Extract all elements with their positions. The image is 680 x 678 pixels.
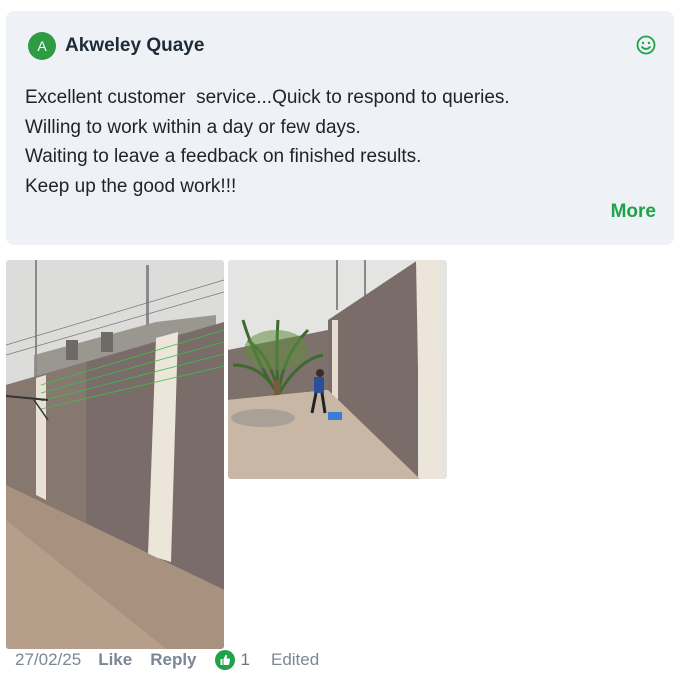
- photo-wall-worker[interactable]: [228, 260, 447, 479]
- more-link[interactable]: More: [611, 201, 656, 223]
- edited-label: Edited: [270, 650, 320, 669]
- avatar[interactable]: A: [28, 32, 56, 60]
- photo-wall-long-view[interactable]: [6, 260, 224, 649]
- review-footer: 27/02/25 Like Reply 1 Edited: [15, 649, 319, 671]
- review-card: A Akweley Quaye Excellent customer servi…: [6, 11, 674, 245]
- like-count[interactable]: 1: [214, 650, 250, 670]
- review-line: Excellent customer service...Quick to re…: [25, 87, 510, 108]
- review-line: Willing to work within a day or few days…: [25, 116, 361, 138]
- smiley-icon[interactable]: [634, 33, 658, 57]
- reply-button[interactable]: Reply: [150, 650, 196, 670]
- review-line: Waiting to leave a feedback on finished …: [25, 146, 422, 167]
- review-text: Excellent customer service...Quick to re…: [25, 83, 625, 201]
- like-button[interactable]: Like: [98, 650, 132, 670]
- review-date: 27/02/25: [15, 650, 82, 669]
- author-name[interactable]: Akweley Quaye: [65, 33, 204, 59]
- like-count-value: 1: [240, 650, 250, 669]
- thumbs-up-icon: [214, 650, 235, 670]
- review-line: Keep up the good work!!!: [25, 175, 237, 197]
